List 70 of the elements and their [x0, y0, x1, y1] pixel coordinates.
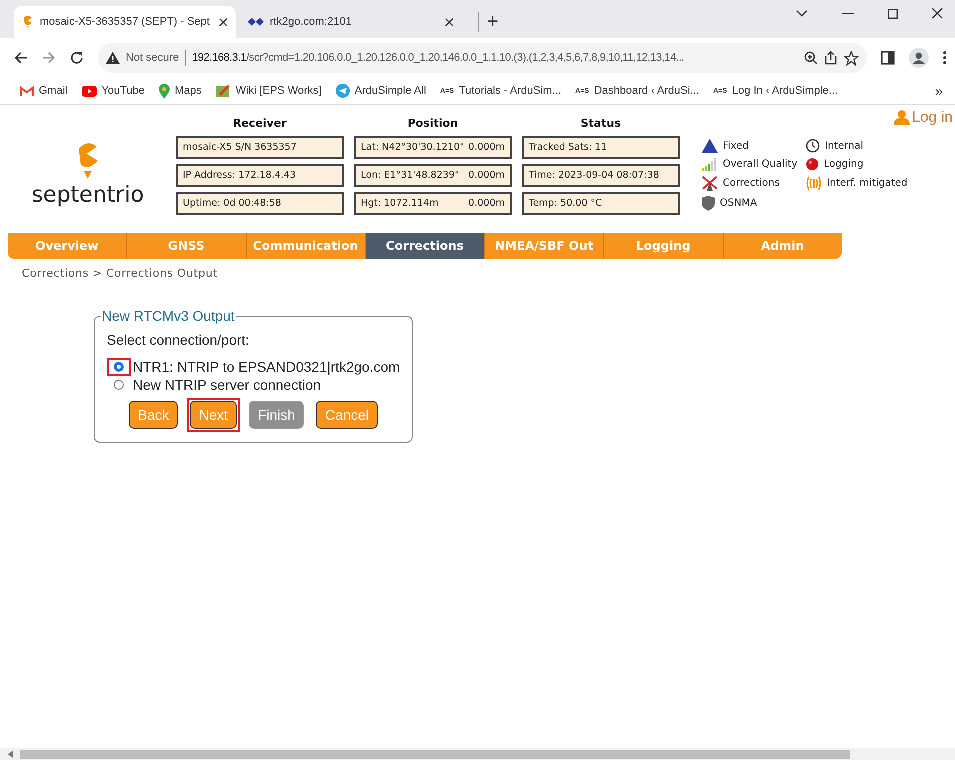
panel-title: New RTCMv3 Output [101, 308, 236, 324]
play-icon [82, 86, 97, 96]
info-box: Time: 2023-09-04 08:07:38 [522, 164, 680, 187]
signal-bars-icon [702, 158, 718, 171]
minimize-icon[interactable] [842, 12, 854, 14]
legend-item: Fixed [702, 139, 806, 153]
new-tab-button[interactable]: + [478, 12, 499, 32]
warning-icon [106, 52, 120, 64]
info-box: mosaic-X5 S/N 3635357 [176, 136, 344, 159]
radio-option[interactable]: New NTRIP server connection [107, 376, 400, 394]
bookmark-item[interactable]: YouTube [82, 85, 145, 97]
zoom-icon[interactable] [804, 51, 818, 65]
group-title: Receiver [233, 117, 287, 131]
more-bookmarks-button[interactable]: » [935, 83, 943, 99]
bookmark-item[interactable]: Maps [158, 84, 202, 98]
group-title: Status [580, 117, 622, 131]
legend-item: Interf. mitigated [806, 176, 916, 191]
nav-tab[interactable]: Corrections [366, 233, 486, 259]
diamonds-icon [248, 17, 264, 27]
breadcrumb: Corrections > Corrections Output [22, 267, 219, 280]
info-box: Uptime: 0d 00:48:58 [176, 192, 344, 215]
radio-button[interactable] [107, 358, 131, 376]
logo-wordmark: septentrio [32, 183, 144, 208]
wiki-icon [216, 84, 231, 98]
share-icon[interactable] [824, 51, 838, 65]
info-box: Tracked Sats: 11 [522, 136, 680, 159]
close-icon[interactable] [219, 18, 228, 26]
info-box: IP Address: 172.18.4.43 [176, 164, 344, 187]
reload-icon[interactable] [70, 51, 84, 65]
legend-item: OSNMA [702, 196, 806, 211]
shield-icon [702, 196, 715, 211]
profile-icon[interactable] [909, 48, 929, 68]
record-dot-icon [806, 158, 819, 171]
radio-option[interactable]: NTR1: NTRIP to EPSAND0321|rtk2go.com [107, 358, 400, 376]
info-box: Temp: 50.00 °C [522, 192, 680, 215]
info-box: Lon: E1°31'48.8239" 0.000m [354, 164, 512, 187]
group-title: Position [408, 117, 458, 131]
close-icon[interactable] [932, 8, 943, 19]
legend-item: Internal [806, 139, 916, 153]
address-bar[interactable]: Not secure 192.168.3.1/scr?cmd=1.20.106.0.0_1.20.126.0.0_1.20.146.0.0_1.1.10.(3).(1,2,3,4,5,6,7,8,9,10,11,12,13,14... [98, 43, 867, 73]
triangle-icon [702, 139, 718, 153]
clock-icon [806, 139, 820, 153]
bookmark-item[interactable]: Gmail [20, 85, 68, 97]
legend-item: Corrections [702, 176, 806, 191]
user-icon [894, 110, 910, 125]
star-icon[interactable] [844, 50, 859, 66]
envelope-icon [20, 86, 34, 96]
scroll-left-icon[interactable] [8, 750, 14, 758]
pin-icon [22, 15, 34, 29]
back-icon[interactable] [14, 51, 28, 65]
close-icon[interactable] [445, 18, 454, 26]
bookmark-item[interactable]: ArduSimple All [336, 84, 426, 98]
waves-icon [806, 176, 822, 191]
info-box: Hgt: 1072.114m 0.000m [354, 192, 512, 215]
legend-item: Overall Quality [702, 158, 806, 171]
browser-tab[interactable]: mosaic-X5-3635357 (SEPT) - Sept [14, 6, 236, 38]
chevron-down-icon[interactable] [796, 10, 808, 18]
menu-icon[interactable] [943, 51, 947, 65]
bookmark-item[interactable]: Wiki [EPS Works] [216, 84, 322, 98]
forward-icon[interactable] [42, 51, 56, 65]
legend-item: Logging [806, 158, 916, 171]
side-panel-icon[interactable] [881, 51, 895, 65]
scrollbar-thumb[interactable] [20, 750, 850, 758]
prompt-label: Select connection/port: [107, 332, 250, 348]
maximize-icon[interactable] [888, 8, 898, 18]
browser-tab[interactable]: rtk2go.com:2101 [240, 6, 462, 38]
info-box: Lat: N42°30'30.1210" 0.000m [354, 136, 512, 159]
antenna-icon [702, 176, 718, 191]
paper-plane-icon [336, 84, 350, 98]
map-pin-icon [158, 84, 170, 98]
